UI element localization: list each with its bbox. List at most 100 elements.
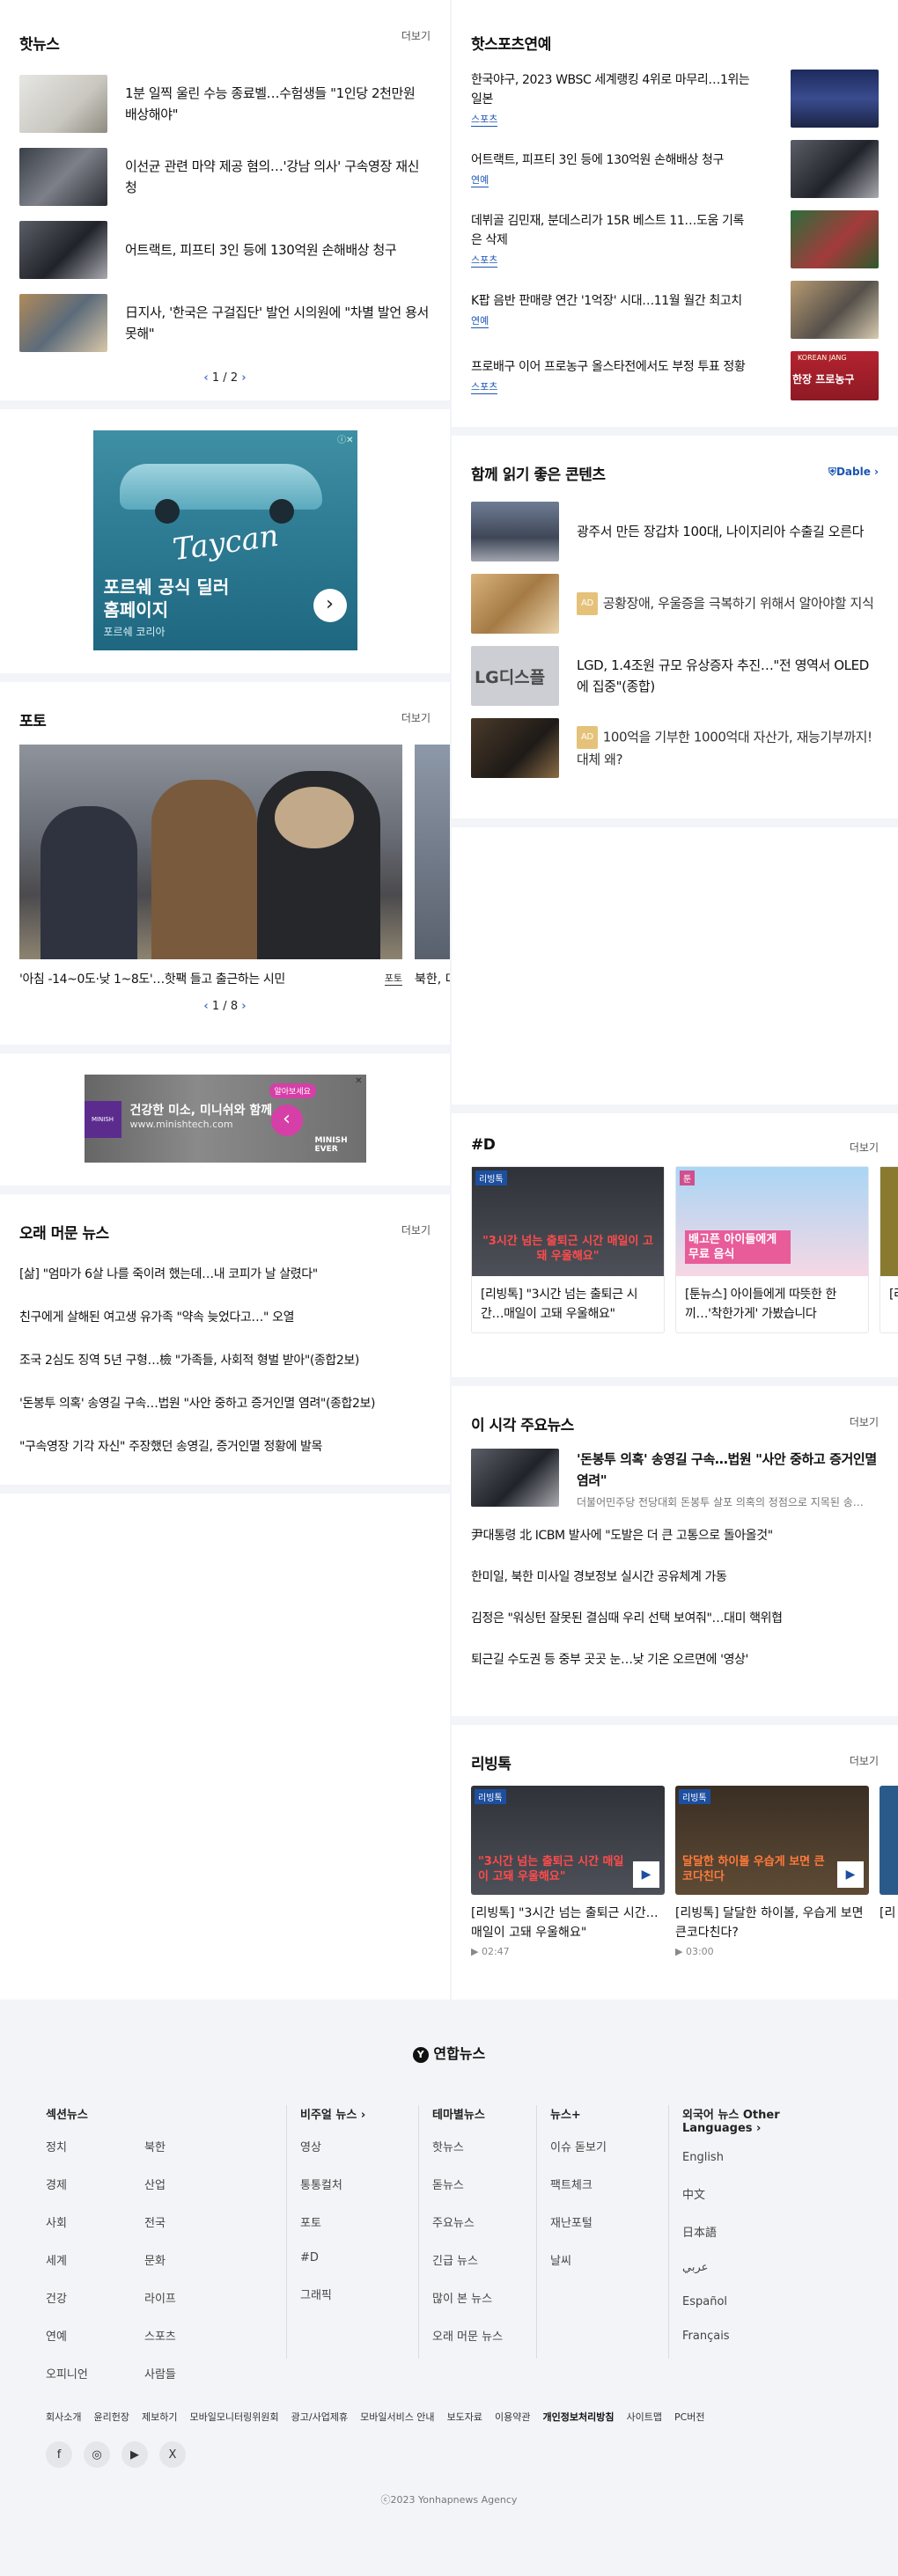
main-news-lead[interactable]: '돈봉투 의혹' 송영길 구속…법원 "사안 중하고 증거인멸 염려" 더불어민…: [471, 1449, 879, 1509]
footer-link[interactable]: 통통컬처: [300, 2176, 418, 2192]
recommend-item[interactable]: LG디스플 LGD, 1.4조원 규모 유상증자 추진…"전 영역서 OLED에…: [471, 646, 879, 706]
dable-brand[interactable]: ⛨Dable ›: [828, 466, 879, 479]
footer-link[interactable]: 세계: [46, 2251, 144, 2268]
footer-foreign-title[interactable]: 외국어 뉴스 Other Languages ›: [682, 2105, 845, 2135]
sports-item[interactable]: K팝 음반 판매량 연간 '1억장' 시대…11월 월간 최고치 연예: [471, 281, 879, 339]
main-news-item[interactable]: 김정은 "워싱턴 잘못된 결심때 우리 선택 보여줘"…대미 핵위협: [471, 1610, 879, 1627]
footer-bottom-link[interactable]: 사이트맵: [627, 2410, 662, 2424]
living-more-link[interactable]: 더보기: [850, 1753, 879, 1768]
main-news-item[interactable]: 尹대통령 北 ICBM 발사에 "도발은 더 큰 고통으로 돌아올것": [471, 1527, 879, 1545]
minish-arrow-icon[interactable]: ‹: [270, 1105, 303, 1136]
footer-link[interactable]: عربي: [682, 2261, 845, 2274]
hot-news-item[interactable]: 日지사, '한국은 구걸집단' 발언 시의원에 "차별 발언 용서못해": [19, 294, 431, 352]
footer-bottom-link[interactable]: 모바일모니터링위원회: [189, 2410, 278, 2424]
sharp-d-more-link[interactable]: 더보기: [850, 1140, 879, 1155]
sports-tag[interactable]: 스포츠: [471, 381, 498, 394]
footer-link[interactable]: 경제: [46, 2176, 144, 2192]
youtube-icon[interactable]: ▶: [121, 2441, 148, 2468]
photo-more-link[interactable]: 더보기: [401, 710, 431, 725]
footer-link[interactable]: 문화: [144, 2251, 176, 2268]
x-twitter-icon[interactable]: X: [159, 2441, 186, 2468]
photo-card[interactable]: 북한, 미: [415, 745, 450, 987]
ad-close-icon[interactable]: ✕: [355, 1076, 362, 1086]
footer-link[interactable]: 전국: [144, 2213, 176, 2230]
photo-card[interactable]: '아침 -14~0도·낮 1~8도'…핫팩 들고 출근하는 시민 포토: [19, 745, 402, 987]
play-icon[interactable]: ▶: [837, 1861, 864, 1888]
footer-link[interactable]: 사회: [46, 2213, 144, 2230]
sports-item[interactable]: 어트랙트, 피프티 3인 등에 130억원 손해배상 청구 연예: [471, 140, 879, 198]
porsche-ad[interactable]: ⓘ✕ Taycan 포르쉐 공식 딜러 홈페이지 포르쉐 코리아 ›: [92, 430, 357, 650]
footer-link[interactable]: 라이프: [144, 2289, 176, 2306]
footer-link[interactable]: 산업: [144, 2176, 176, 2192]
pager-prev-icon[interactable]: ‹: [203, 1000, 208, 1013]
footer-bottom-link[interactable]: 개인정보처리방침: [543, 2410, 615, 2424]
pager-next-icon[interactable]: ›: [241, 1000, 246, 1013]
footer-link[interactable]: Español: [682, 2295, 845, 2308]
footer-bottom-link[interactable]: PC버전: [674, 2410, 705, 2424]
footer-link[interactable]: Français: [682, 2330, 845, 2343]
long-news-item[interactable]: '돈봉투 의혹' 송영길 구속…법원 "사안 중하고 증거인멸 염려"(종합2보…: [19, 1395, 431, 1413]
living-card[interactable]: 리빙톡 "3시간 넘는 출퇴근 시간 매일이 고돼 우울해요" ▶ [리빙톡] …: [471, 1786, 665, 1957]
footer-link[interactable]: English: [682, 2151, 845, 2164]
main-news-more-link[interactable]: 더보기: [850, 1414, 879, 1429]
footer-link[interactable]: 주요뉴스: [432, 2213, 536, 2230]
living-card[interactable]: 리빙톡 달달한 하이볼 우습게 보면 큰코다친다 ▶ [리빙톡] 달달한 하이볼…: [675, 1786, 869, 1957]
ad-choices-icon[interactable]: ⓘ✕: [337, 432, 353, 445]
sharp-d-card[interactable]: [리: [880, 1166, 898, 1333]
facebook-icon[interactable]: f: [46, 2441, 72, 2468]
sports-tag[interactable]: 연예: [471, 315, 489, 328]
sharp-d-card[interactable]: 리빙톡 "3시간 넘는 출퇴근 시간 매일이 고돼 우울해요" [리빙톡] "3…: [471, 1166, 665, 1333]
footer-link[interactable]: 그래픽: [300, 2286, 418, 2302]
footer-link[interactable]: 포토: [300, 2213, 418, 2230]
footer-link[interactable]: 스포츠: [144, 2327, 176, 2344]
instagram-icon[interactable]: ◎: [84, 2441, 110, 2468]
pager-next-icon[interactable]: ›: [241, 371, 246, 385]
play-icon[interactable]: ▶: [633, 1861, 659, 1888]
long-news-more-link[interactable]: 더보기: [401, 1222, 431, 1237]
footer-bottom-link[interactable]: 보도자료: [447, 2410, 482, 2424]
footer-link[interactable]: 오피니언: [46, 2365, 144, 2382]
sports-tag[interactable]: 스포츠: [471, 114, 498, 127]
footer-bottom-link[interactable]: 회사소개: [46, 2410, 81, 2424]
long-news-item[interactable]: [삶] "엄마가 6살 나를 죽이려 했는데…내 코피가 날 살렸다": [19, 1266, 431, 1283]
footer-link[interactable]: 날씨: [550, 2251, 668, 2268]
long-news-item[interactable]: "구속영장 기각 자신" 주장했던 송영길, 증거인멸 정황에 발목: [19, 1438, 431, 1456]
living-card[interactable]: [리 못하: [880, 1786, 898, 1957]
footer-visual-title[interactable]: 비주얼 뉴스 ›: [300, 2105, 418, 2122]
footer-link[interactable]: 이슈 돋보기: [550, 2138, 668, 2154]
footer-link[interactable]: 건강: [46, 2289, 144, 2306]
footer-link[interactable]: 정치: [46, 2138, 144, 2154]
footer-bottom-link[interactable]: 이용약관: [495, 2410, 530, 2424]
sports-item[interactable]: 프로배구 이어 프로농구 올스타전에서도 부정 투표 정황 스포츠 KOREAN …: [471, 351, 879, 400]
footer-link[interactable]: 사람들: [144, 2365, 176, 2382]
footer-bottom-link[interactable]: 제보하기: [142, 2410, 177, 2424]
footer-link[interactable]: 中文: [682, 2185, 845, 2202]
hot-news-item[interactable]: 1분 일찍 울린 수능 종료벨…수험생들 "1인당 2천만원 배상해야": [19, 75, 431, 133]
footer-logo[interactable]: Y 연합뉴스: [0, 2042, 898, 2063]
footer-bottom-link[interactable]: 광고/사업제휴: [291, 2410, 348, 2424]
sports-tag[interactable]: 스포츠: [471, 254, 498, 268]
main-news-item[interactable]: 퇴근길 수도권 등 중부 곳곳 눈…낮 기온 오르면에 '영상': [471, 1651, 879, 1669]
footer-link[interactable]: 재난포털: [550, 2213, 668, 2230]
footer-link[interactable]: 영상: [300, 2138, 418, 2154]
sports-tag[interactable]: 연예: [471, 174, 489, 187]
footer-bottom-link[interactable]: 윤리헌장: [93, 2410, 129, 2424]
footer-link[interactable]: 연예: [46, 2327, 144, 2344]
recommend-item[interactable]: 광주서 만든 장갑차 100대, 나이지리아 수출길 오른다: [471, 502, 879, 561]
recommend-item[interactable]: AD 100억을 기부한 1000억대 자산가, 재능기부까지! 대체 왜?: [471, 718, 879, 778]
footer-bottom-link[interactable]: 모바일서비스 안내: [360, 2410, 434, 2424]
hot-news-item[interactable]: 어트랙트, 피프티 3인 등에 130억원 손해배상 청구: [19, 221, 431, 279]
footer-link[interactable]: 북한: [144, 2138, 176, 2154]
footer-link[interactable]: 핫뉴스: [432, 2138, 536, 2154]
pager-prev-icon[interactable]: ‹: [203, 371, 208, 385]
main-news-item[interactable]: 한미일, 북한 미사일 경보정보 실시간 공유체계 가동: [471, 1568, 879, 1586]
footer-link[interactable]: 日本語: [682, 2223, 845, 2240]
recommend-item[interactable]: AD 공황장애, 우울증을 극복하기 위해서 알아야할 지식: [471, 574, 879, 634]
long-news-item[interactable]: 친구에게 살해된 여고생 유가족 "약속 늦었다고…" 오열: [19, 1309, 431, 1326]
ad-arrow-button[interactable]: ›: [313, 589, 347, 622]
footer-link[interactable]: #D: [300, 2251, 418, 2264]
footer-link[interactable]: 많이 본 뉴스: [432, 2289, 536, 2306]
footer-link[interactable]: 오래 머문 뉴스: [432, 2327, 536, 2344]
footer-link[interactable]: 팩트체크: [550, 2176, 668, 2192]
sharp-d-card[interactable]: 툰 배고픈 아이들에게 무료 음식 [툰뉴스] 아이들에게 따뜻한 한끼…'착한…: [675, 1166, 869, 1333]
